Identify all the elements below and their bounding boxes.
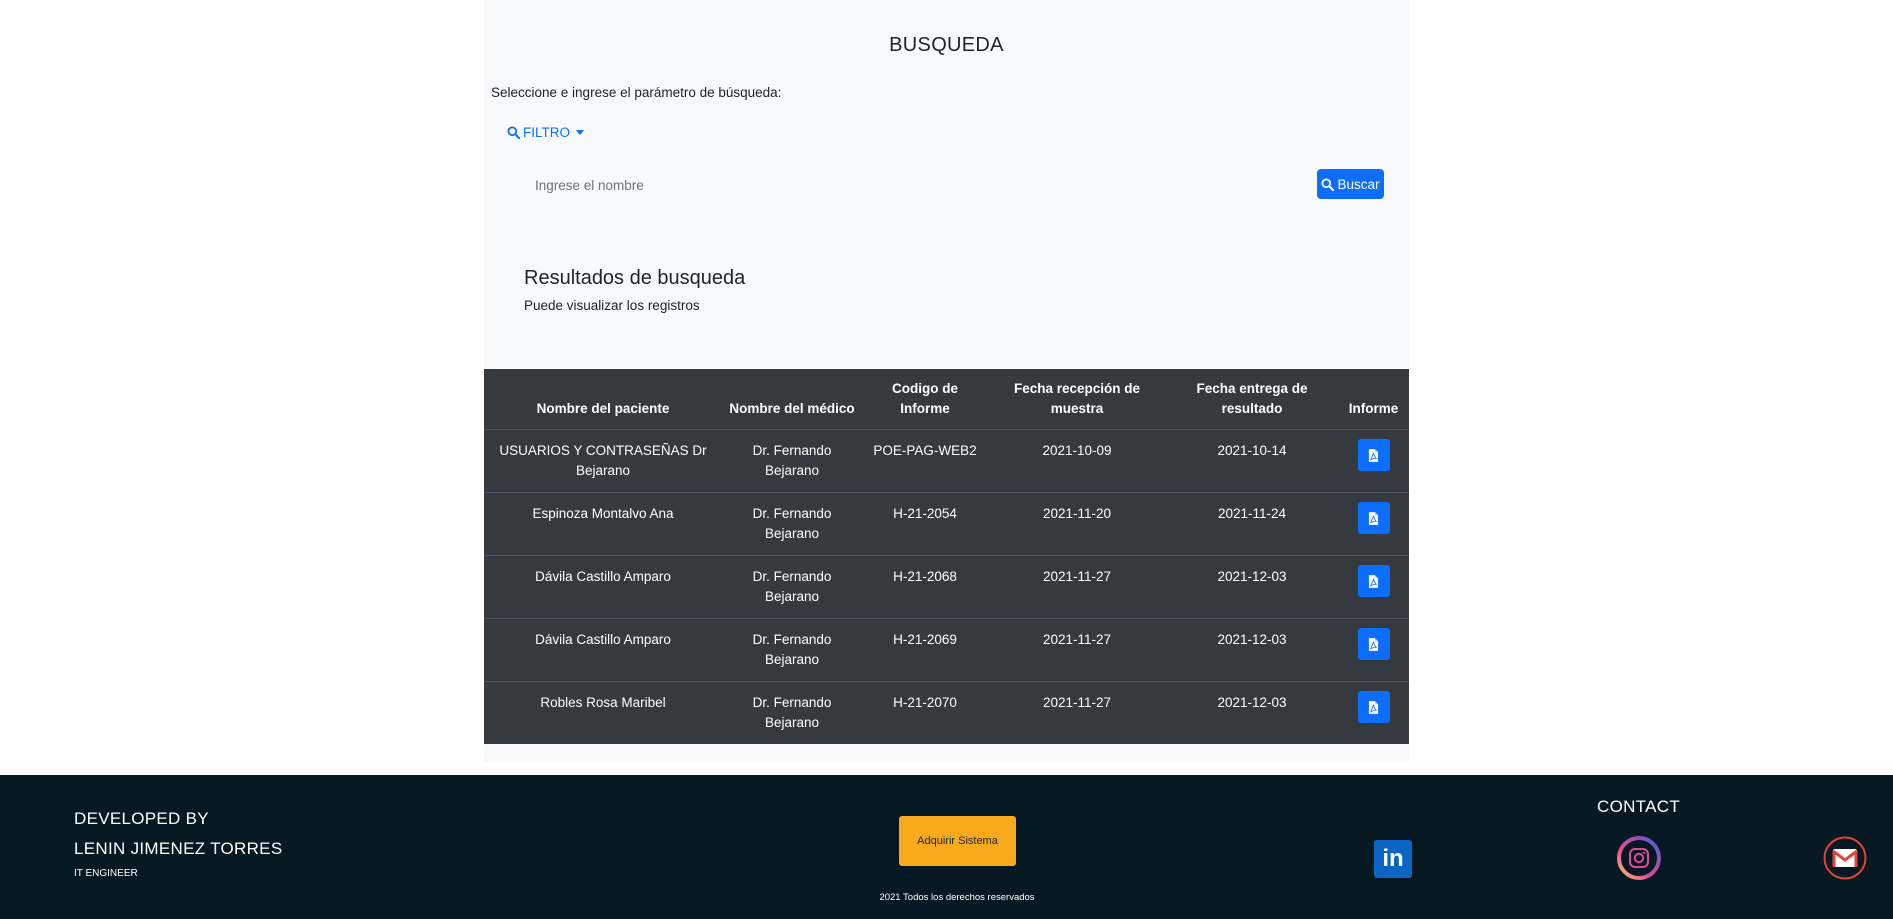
search-icon [507,126,520,139]
received-date: 2021-11-27 [988,555,1166,619]
instagram-icon[interactable] [1617,836,1661,880]
column-header: Informe [1338,369,1409,430]
search-panel: BUSQUEDA Seleccione e ingrese el parámet… [484,0,1409,762]
file-pdf-icon [1368,448,1379,462]
view-report-button[interactable] [1357,439,1390,471]
delivered-date: 2021-12-03 [1166,618,1338,682]
view-report-button[interactable] [1357,628,1390,660]
column-header: Nombre del paciente [484,369,722,430]
delivered-date: 2021-12-03 [1217,695,1287,710]
doctor-name: Dr. Fernando Bejarano [722,618,862,682]
patient-name: USUARIOS Y CONTRASEÑAS Dr Bejarano [484,429,722,493]
instagram-logo [1617,836,1661,880]
results-table: Nombre del paciente Nombre del médico Co… [484,369,1409,744]
received-date: 2021-11-27 [988,618,1166,682]
delivered-date: 2021-11-24 [1166,492,1338,556]
search-instruction: Seleccione e ingrese el parámetro de bús… [491,85,782,100]
column-header: Nombre del médico [722,369,862,430]
gmail-logo [1823,836,1867,880]
view-report-button[interactable] [1357,691,1390,723]
search-icon [1321,177,1335,191]
results-title: Resultados de busqueda [524,267,746,289]
report-code: POE-PAG-WEB2 [862,429,988,493]
results-table-wrapper: Nombre del paciente Nombre del médico Co… [484,369,1409,744]
file-pdf-icon [1368,637,1379,651]
patient-name: Robles Rosa Maribel [540,695,666,710]
patient-name: Dávila Castillo Amparo [484,555,722,619]
linkedin-icon[interactable]: in [1374,840,1412,878]
report-code: H-21-2069 [862,618,988,682]
patient-name: Espinoza Montalvo Ana [484,492,722,556]
doctor-name: Dr. Fernando Bejarano [752,695,832,730]
doctor-name: Dr. Fernando Bejarano [722,429,862,493]
search-button-label: Buscar [1337,176,1380,192]
developer-role: IT ENGINEER [74,868,138,879]
file-pdf-icon [1368,700,1379,714]
filter-dropdown[interactable]: FILTRO [507,125,584,140]
file-pdf-icon [1368,511,1379,525]
table-row: Espinoza Montalvo Ana Dr. Fernando Bejar… [484,492,1409,556]
caret-down-icon [576,130,584,135]
table-header-row: Nombre del paciente Nombre del médico Co… [484,369,1409,430]
filter-label: FILTRO [523,125,570,140]
table-row: Robles Rosa Maribel Dr. Fernando Bejaran… [484,682,1409,745]
search-button[interactable]: Buscar [1317,169,1384,199]
table-row: Dávila Castillo Amparo Dr. Fernando Beja… [484,618,1409,682]
copyright-text: 2021 Todos los derechos reservados [879,892,1035,903]
report-code: H-21-2070 [893,695,957,710]
developer-name: LENIN JIMENEZ TORRES [74,839,283,858]
delivered-date: 2021-10-14 [1166,429,1338,493]
doctor-name: Dr. Fernando Bejarano [722,492,862,556]
received-date: 2021-10-09 [988,429,1166,493]
page-title: BUSQUEDA [889,34,1004,56]
contact-title: CONTACT [1597,797,1680,816]
developed-by-label: DEVELOPED BY [74,809,209,828]
column-header: Fecha entrega de resultado [1166,369,1338,430]
column-header: Codigo de Informe [862,369,988,430]
doctor-name: Dr. Fernando Bejarano [722,555,862,619]
view-report-button[interactable] [1357,502,1390,534]
search-input[interactable] [529,170,1141,200]
patient-name: Dávila Castillo Amparo [484,618,722,682]
gmail-icon[interactable] [1823,836,1867,880]
table-row: Dávila Castillo Amparo Dr. Fernando Beja… [484,555,1409,619]
received-date: 2021-11-20 [988,492,1166,556]
report-code: H-21-2068 [862,555,988,619]
results-subtitle: Puede visualizar los registros [524,298,700,313]
file-pdf-icon [1368,574,1379,588]
report-code: H-21-2054 [862,492,988,556]
column-header: Fecha recepción de muestra [988,369,1166,430]
acquire-system-button[interactable]: Adquirir Sistema [899,816,1016,866]
received-date: 2021-11-27 [1042,695,1112,710]
table-row: USUARIOS Y CONTRASEÑAS Dr Bejarano Dr. F… [484,429,1409,493]
delivered-date: 2021-12-03 [1166,555,1338,619]
view-report-button[interactable] [1357,565,1390,597]
footer: DEVELOPED BY LENIN JIMENEZ TORRES IT ENG… [0,775,1893,919]
